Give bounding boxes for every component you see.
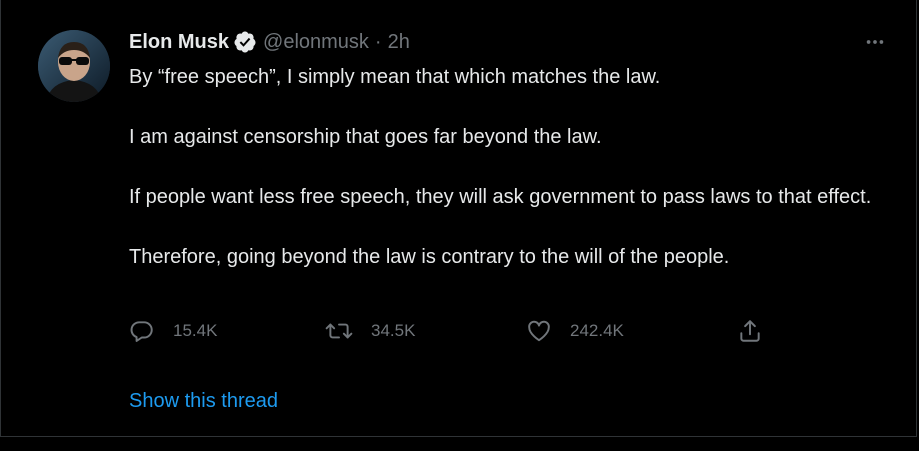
author-handle[interactable]: @elonmusk [263, 31, 369, 54]
more-horizontal-icon[interactable] [857, 28, 893, 56]
tweet-paragraph: I am against censorship that goes far be… [129, 126, 602, 148]
heart-icon [526, 318, 552, 344]
verified-badge-icon [233, 30, 257, 54]
tweet-paragraph: If people want less free speech, they wi… [129, 186, 872, 208]
tweet-card[interactable]: Elon Musk @elonmusk · 2h By “free speech… [0, 0, 917, 437]
avatar[interactable] [38, 30, 110, 102]
like-count: 242.4K [570, 321, 624, 340]
retweet-count: 34.5K [371, 321, 416, 340]
tweet-paragraph: By “free speech”, I simply mean that whi… [129, 66, 661, 88]
tweet-timestamp[interactable]: 2h [388, 31, 410, 54]
share-button[interactable] [737, 316, 763, 346]
header-separator: · [374, 30, 382, 53]
tweet-paragraph: Therefore, going beyond the law is contr… [129, 246, 730, 268]
show-thread-link[interactable]: Show this thread [129, 390, 278, 413]
author-name[interactable]: Elon Musk [129, 31, 229, 54]
retweet-icon [325, 318, 353, 344]
like-button[interactable]: 242.4K [526, 316, 624, 346]
reply-count: 15.4K [173, 321, 218, 340]
tweet-actions: 15.4K 34.5K 242.4K [129, 316, 789, 346]
tweet-header: Elon Musk @elonmusk · 2h [129, 28, 410, 56]
tweet-text: By “free speech”, I simply mean that whi… [129, 62, 889, 302]
share-icon [737, 318, 763, 344]
reply-button[interactable]: 15.4K [129, 316, 217, 346]
reply-icon [129, 318, 155, 344]
retweet-button[interactable]: 34.5K [325, 316, 415, 346]
